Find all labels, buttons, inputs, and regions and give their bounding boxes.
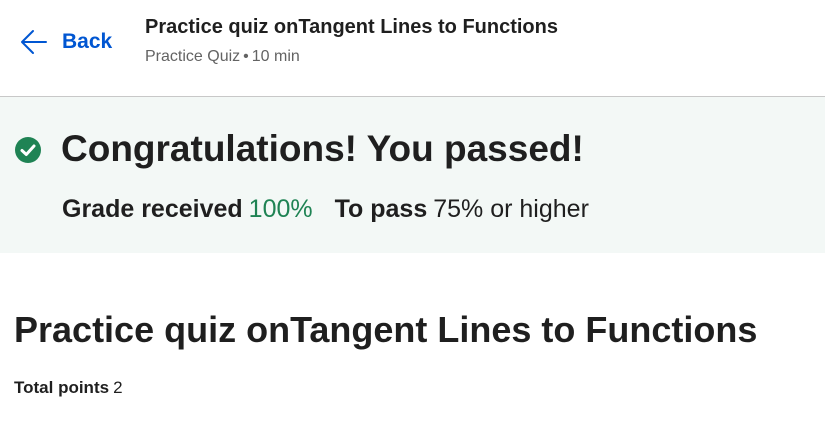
back-button[interactable]: Back <box>20 26 112 58</box>
quiz-type: Practice Quiz <box>145 48 241 65</box>
arrow-left-icon <box>21 30 47 54</box>
check-circle-icon <box>15 137 41 163</box>
to-pass-label: To pass <box>334 195 428 223</box>
header-titles: Practice quiz onTangent Lines to Functio… <box>145 14 558 67</box>
total-points: Total points 2 <box>14 377 123 399</box>
grade-received-value: 100% <box>248 195 313 223</box>
total-points-label: Total points <box>14 378 110 397</box>
header-subtitle: Practice Quiz • 10 min <box>145 47 558 67</box>
back-button-label: Back <box>62 30 113 53</box>
header-title: Practice quiz onTangent Lines to Functio… <box>145 16 558 38</box>
to-pass-value: 75% or higher <box>433 195 589 223</box>
quiz-duration: 10 min <box>251 48 300 65</box>
page-title: Practice quiz onTangent Lines to Functio… <box>14 309 758 350</box>
grade-summary: Grade received 100% To pass 75% or higher <box>62 193 589 225</box>
top-header: Back Practice quiz onTangent Lines to Fu… <box>0 0 825 97</box>
grade-received-label: Grade received <box>62 195 243 223</box>
total-points-value: 2 <box>113 378 123 397</box>
separator-dot: • <box>243 48 249 65</box>
result-message: Congratulations! You passed! <box>61 128 584 169</box>
result-banner: Congratulations! You passed! Grade recei… <box>0 97 825 253</box>
